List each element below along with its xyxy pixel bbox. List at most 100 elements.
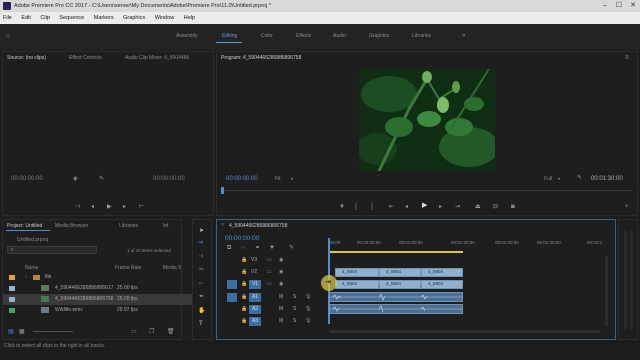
insert-sequence-icon[interactable]: ⧉ bbox=[227, 245, 231, 251]
panel-menu-icon[interactable]: ≡ bbox=[625, 55, 629, 61]
list-item[interactable]: Wildlife.wmv 29.97 fps bbox=[3, 305, 203, 316]
workspace-tab-audio[interactable]: Audio bbox=[333, 33, 346, 39]
lock-icon[interactable]: 🔒 bbox=[241, 257, 247, 263]
timeline-clip-v2[interactable]: 4_5904 bbox=[421, 268, 463, 277]
workspace-tab-color[interactable]: Color bbox=[261, 33, 273, 39]
new-item-icon[interactable]: ❐ bbox=[149, 329, 154, 335]
icon-view-icon[interactable]: ▦ bbox=[19, 329, 25, 335]
lock-icon[interactable]: 🔒 bbox=[241, 318, 247, 324]
microphone-icon[interactable]: 🎙 bbox=[305, 306, 311, 312]
menu-help[interactable]: Help bbox=[184, 15, 195, 21]
add-marker-icon[interactable]: ▼ bbox=[269, 245, 275, 251]
menu-markers[interactable]: Markers bbox=[94, 15, 114, 21]
tab-info[interactable]: Inf bbox=[163, 223, 169, 229]
workspace-tab-graphics[interactable]: Graphics bbox=[369, 33, 389, 39]
new-bin-icon[interactable]: ▭ bbox=[131, 329, 137, 335]
mark-in-icon[interactable]: { bbox=[355, 204, 357, 210]
tab-libraries[interactable]: Libraries bbox=[119, 223, 138, 229]
horizontal-scrollbar[interactable] bbox=[329, 330, 601, 333]
timeline-settings-icon[interactable]: ✎ bbox=[289, 245, 294, 251]
program-title[interactable]: Program: 4_5904466286886806758 bbox=[221, 55, 301, 61]
mute-button[interactable]: M bbox=[279, 294, 283, 300]
selection-tool-icon[interactable]: ➤ bbox=[199, 228, 204, 234]
source-mark-out-icon[interactable]: ⊢ bbox=[139, 204, 144, 210]
column-name[interactable]: Name bbox=[25, 265, 38, 271]
tab-project[interactable]: Project: Untitled bbox=[7, 223, 42, 229]
trash-icon[interactable]: 🗑 bbox=[167, 329, 175, 335]
add-marker-icon[interactable]: ▼ bbox=[339, 204, 345, 210]
export-frame-icon[interactable]: ◙ bbox=[511, 204, 515, 210]
lock-icon[interactable]: 🔒 bbox=[241, 281, 247, 287]
maximize-button[interactable]: ☐ bbox=[612, 0, 626, 12]
list-view-icon[interactable]: ▤ bbox=[8, 329, 14, 335]
workspace-tab-assembly[interactable]: Assembly bbox=[176, 33, 198, 39]
lock-icon[interactable]: 🔒 bbox=[241, 306, 247, 312]
timeline-timecode[interactable]: 00:00:00:00 bbox=[225, 235, 259, 242]
add-button-icon[interactable]: + bbox=[625, 204, 629, 210]
menu-file[interactable]: File bbox=[3, 15, 12, 21]
track-label[interactable]: A1 bbox=[249, 293, 261, 302]
sync-lock-icon[interactable]: ▭ bbox=[267, 257, 272, 263]
source-step-back-icon[interactable]: ◂ bbox=[91, 204, 94, 210]
menu-window[interactable]: Window bbox=[155, 15, 175, 21]
column-media-start[interactable]: Media S bbox=[163, 265, 181, 271]
disclosure-triangle-icon[interactable]: › bbox=[25, 272, 27, 283]
tab-media-browser[interactable]: Media Browser bbox=[55, 223, 88, 229]
mute-button[interactable]: M bbox=[279, 318, 283, 324]
track-label[interactable]: A3 bbox=[249, 317, 261, 326]
workspace-tab-effects[interactable]: Effects bbox=[296, 33, 311, 39]
source-play-icon[interactable]: ▶ bbox=[107, 204, 112, 210]
source-timecode-in[interactable]: 00:00:00:00 bbox=[11, 176, 43, 182]
column-frame-rate[interactable]: Frame Rate bbox=[115, 265, 141, 271]
solo-button[interactable]: S bbox=[293, 318, 296, 324]
step-forward-icon[interactable]: ▸ bbox=[439, 204, 442, 210]
fit-chevron-down-icon[interactable]: ▾ bbox=[291, 176, 293, 182]
eye-icon[interactable]: ◉ bbox=[279, 281, 283, 287]
step-back-icon[interactable]: ◂ bbox=[405, 204, 408, 210]
menu-clip[interactable]: Clip bbox=[40, 15, 49, 21]
sync-lock-icon[interactable]: ▭ bbox=[267, 269, 272, 275]
lock-icon[interactable]: 🔒 bbox=[241, 294, 247, 300]
minimize-button[interactable]: – bbox=[598, 0, 612, 12]
settings-wrench-icon[interactable]: ✎ bbox=[577, 175, 582, 181]
mark-out-icon[interactable]: } bbox=[371, 204, 373, 210]
track-label[interactable]: V1 bbox=[249, 280, 261, 289]
eye-icon[interactable]: ◉ bbox=[279, 257, 283, 263]
tab-source[interactable]: Source: (no clips) bbox=[7, 55, 46, 61]
menu-sequence[interactable]: Sequence bbox=[59, 15, 84, 21]
lock-icon[interactable]: 🔒 bbox=[241, 269, 247, 275]
sync-lock-icon[interactable]: ▭ bbox=[267, 281, 272, 287]
tab-effect-controls[interactable]: Effect Controls bbox=[69, 55, 102, 61]
timeline-clip-v1[interactable]: 4_5904 bbox=[335, 280, 379, 289]
track-label[interactable]: A2 bbox=[249, 305, 261, 314]
slip-tool-icon[interactable]: ↔ bbox=[198, 280, 204, 286]
linked-selection-icon[interactable]: ⚭ bbox=[255, 245, 260, 251]
program-scrub-bar[interactable] bbox=[221, 190, 633, 191]
home-icon[interactable]: ⌂ bbox=[6, 33, 10, 39]
program-timecode[interactable]: 00:00:00:00 bbox=[226, 176, 258, 182]
list-item-selected[interactable]: 4_5904466286886806758 25.00 fps bbox=[3, 294, 203, 305]
source-step-forward-icon[interactable]: ▸ bbox=[123, 204, 126, 210]
program-playhead[interactable] bbox=[221, 187, 224, 194]
timeline-clip-v2[interactable]: 4_5904 bbox=[335, 268, 379, 277]
source-settings-icon[interactable]: ◈ bbox=[73, 176, 78, 182]
work-area-bar[interactable] bbox=[329, 251, 463, 253]
list-item[interactable]: › file bbox=[3, 272, 203, 283]
fit-dropdown[interactable]: Fit bbox=[275, 176, 281, 182]
go-to-in-icon[interactable]: ⇤ bbox=[389, 204, 394, 210]
mute-button[interactable]: M bbox=[279, 306, 283, 312]
quality-dropdown[interactable]: Full bbox=[544, 176, 552, 182]
hand-tool-icon[interactable]: ✋ bbox=[198, 308, 205, 314]
razor-tool-icon[interactable]: ✂ bbox=[199, 267, 204, 273]
close-button[interactable]: ✕ bbox=[626, 0, 640, 12]
zoom-slider[interactable] bbox=[33, 331, 73, 332]
more-workspaces-icon[interactable]: » bbox=[462, 33, 465, 39]
project-search-input[interactable] bbox=[7, 246, 97, 254]
eye-icon[interactable]: ◉ bbox=[279, 269, 283, 275]
source-mark-in-icon[interactable]: ⊣ bbox=[75, 204, 80, 210]
quality-chevron-down-icon[interactable]: ▾ bbox=[558, 176, 560, 182]
source-patch-a1[interactable] bbox=[227, 293, 237, 302]
type-tool-icon[interactable]: T bbox=[199, 321, 203, 327]
menu-graphics[interactable]: Graphics bbox=[123, 15, 145, 21]
ripple-edit-tool-icon[interactable]: ⊣ bbox=[198, 254, 203, 260]
